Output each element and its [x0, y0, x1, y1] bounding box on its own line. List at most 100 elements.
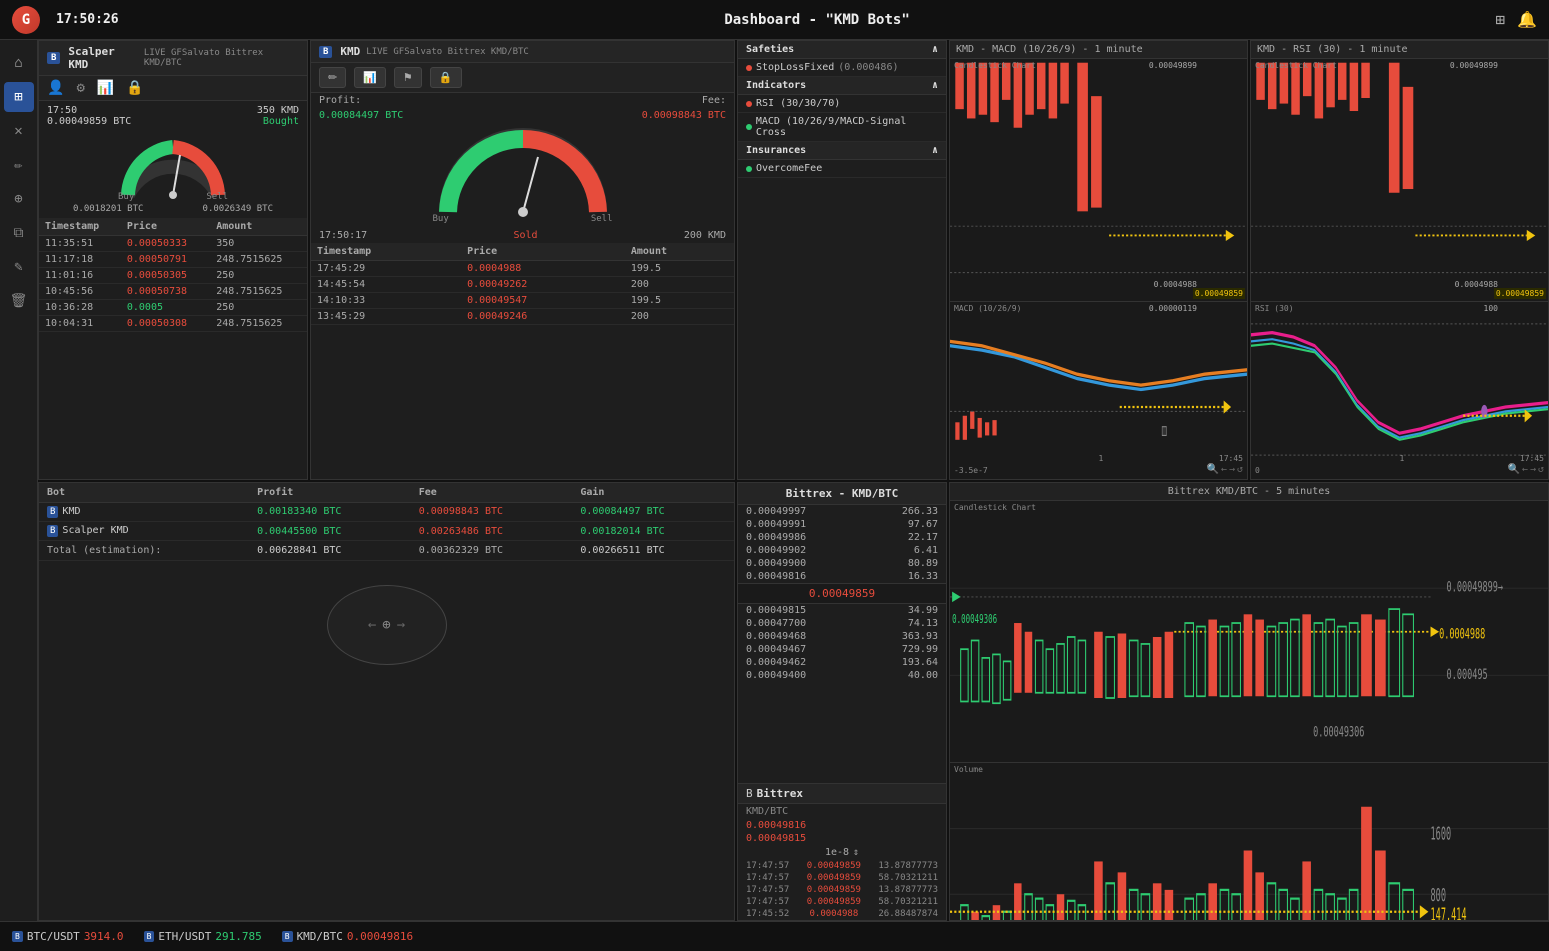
macd-price-mid: 0.0004988 [1154, 280, 1197, 289]
ticker-name: KMD/BTC [297, 930, 343, 943]
volume-label: Volume [954, 765, 983, 774]
sidebar-item-home[interactable]: ⌂ [4, 48, 34, 78]
insurances-collapse[interactable]: ∧ [932, 145, 938, 156]
col-amount: Amount [210, 218, 307, 236]
nav-center[interactable]: ⊕ [382, 617, 390, 633]
rsi-chart-nav: 🔍 ← → ↺ [1507, 464, 1544, 475]
rsi-price-current: 0.00049859 [1494, 288, 1546, 299]
layout-icon[interactable]: ⊞ [1495, 10, 1505, 29]
stoploss-val: (0.000486) [838, 62, 898, 73]
stoploss-dot [746, 65, 752, 71]
kmd-edit-btn[interactable]: ✏ [319, 67, 346, 88]
kmd-chart-btn[interactable]: 📊 [354, 67, 386, 88]
table-row: 13:45:29 0.00049246 200 [311, 309, 734, 325]
kmd-flag-btn[interactable]: ⚑ [394, 67, 422, 88]
ticker-name: ETH/USDT [158, 930, 211, 943]
ticker-item[interactable]: B BTC/USDT 3914.0 [12, 930, 124, 943]
nav-left[interactable]: ← [368, 617, 376, 633]
bot-icon: B [47, 525, 58, 537]
kmd-gauge-buy: Buy [433, 214, 449, 224]
macd-next[interactable]: → [1229, 464, 1235, 475]
sidebar-item-close[interactable]: ✕ [4, 116, 34, 146]
notification-icon[interactable]: 🔔 [1517, 10, 1537, 29]
nav-right[interactable]: → [397, 617, 405, 633]
scalper-gauge-val1: 0.0018201 BTC [73, 204, 143, 214]
kmd-trade-table: Timestamp Price Amount 17:45:29 0.000498… [311, 243, 734, 325]
exchange-increment: 1e-8 ⇕ [738, 845, 946, 860]
kmd-amounts: 0.00084497 BTC 0.00098843 BTC [311, 108, 734, 123]
rsi-zoom-out[interactable]: 🔍 [1507, 464, 1519, 475]
macd-val: 0.00000119 [1149, 304, 1197, 313]
insurances-title: Insurances [746, 145, 806, 156]
ticker-name: BTC/USDT [27, 930, 80, 943]
svg-text:0.000495: 0.000495 [1447, 665, 1488, 682]
rsi-high: 100 [1484, 304, 1498, 313]
macd-refresh[interactable]: ↺ [1237, 464, 1243, 475]
sidebar-item-grid[interactable]: ⊞ [4, 82, 34, 112]
user-icon[interactable]: 👤 [47, 80, 64, 96]
orderbook-panel: Bittrex - KMD/BTC 0.00049997266.330.0004… [737, 482, 947, 922]
kmd-btc-volume-area: Volume [950, 763, 1548, 921]
kmd-profit-val: 0.00084497 BTC [319, 110, 403, 121]
minimap-controls: ← ⊕ → [368, 617, 405, 633]
ticker-container: B BTC/USDT 3914.0 B ETH/USDT 291.785 B KMD… [12, 930, 413, 943]
rsi-candle-svg [1251, 59, 1548, 301]
kmd-btc-chart-panel: Bittrex KMD/BTC - 5 minutes Candlestick … [949, 482, 1549, 922]
orderbook-ask-item: 0.0004999197.67 [738, 518, 946, 531]
table-row: 11:17:18 0.00050791 248.7515625 [39, 252, 307, 268]
rsi-candlestick-area: Candlestick Chart 0.00049899 [1251, 59, 1548, 302]
lock-icon[interactable]: 🔒 [126, 80, 143, 96]
rsi-prev[interactable]: ← [1522, 464, 1528, 475]
ticker-item[interactable]: B KMD/BTC 0.00049816 [282, 930, 413, 943]
kmd-lock-btn[interactable]: 🔒 [430, 67, 462, 88]
macd-chart-panel: KMD - MACD (10/26/9) - 1 minute Candlest… [949, 40, 1248, 480]
exchange-pair: KMD/BTC [738, 804, 946, 819]
rsi-refresh[interactable]: ↺ [1538, 464, 1544, 475]
table-row: 11:01:16 0.00050305 250 [39, 268, 307, 284]
exchange-increment-val: 1e-8 [825, 847, 849, 858]
table-row: 17:45:29 0.0004988 199.5 [311, 261, 734, 277]
rsi-chart-panel: KMD - RSI (30) - 1 minute Candlestick Ch… [1250, 40, 1549, 480]
ticker-price: 3914.0 [84, 930, 124, 943]
macd-chart-nav: 🔍 ← → ↺ [1206, 464, 1243, 475]
sum-col-fee: Fee [411, 483, 573, 503]
safeties-collapse[interactable]: ∧ [932, 44, 938, 55]
sidebar-item-layers[interactable]: ⧉ [4, 218, 34, 248]
sidebar-item-trash[interactable]: 🗑 [4, 286, 34, 316]
sidebar-item-edit[interactable]: ✏ [4, 150, 34, 180]
ticker-price: 0.00049816 [347, 930, 413, 943]
rsi-next[interactable]: → [1530, 464, 1536, 475]
sum-col-profit: Profit [249, 483, 411, 503]
macd-candlestick-area: Candlestick Chart 0.00049899 [950, 59, 1247, 302]
indicators-collapse[interactable]: ∧ [932, 80, 938, 91]
sidebar-item-pencil[interactable]: ✎ [4, 252, 34, 282]
minimap-container: ← ⊕ → [39, 565, 734, 685]
orderbook-current-price: 0.00049859 [738, 583, 946, 604]
orderbook-bid-item: 0.00049468363.93 [738, 630, 946, 643]
kmd-sold-amount: 200 KMD [684, 230, 726, 241]
ticker-item[interactable]: B ETH/USDT 291.785 [144, 930, 262, 943]
orderbook-bid-item: 0.00049462193.64 [738, 656, 946, 669]
macd-indicator-label: MACD (10/26/9) [954, 304, 1021, 313]
table-row: 14:45:54 0.00049262 200 [311, 277, 734, 293]
rsi-indicator-svg [1251, 302, 1548, 477]
orderbook-bid-item: 0.0004770074.13 [738, 617, 946, 630]
kmd-gauge-svg [433, 127, 613, 222]
kmd-btc-chart-title: Bittrex KMD/BTC - 5 minutes [950, 483, 1548, 501]
summary-table: Bot Profit Fee Gain BKMD 0.00183340 BTC … [39, 483, 734, 562]
main-grid: B Scalper KMD LIVE GFSalvato Bittrex KMD… [38, 40, 1549, 921]
sidebar-item-add[interactable]: ⊕ [4, 184, 34, 214]
kmd-subtitle: LIVE GFSalvato Bittrex KMD/BTC [366, 47, 529, 57]
topbar: G 17:50:26 Dashboard - "KMD Bots" ⊞ 🔔 [0, 0, 1549, 40]
settings-icon[interactable]: ⚙ [76, 80, 84, 96]
orderbook-ask-item: 0.0004990080.89 [738, 557, 946, 570]
chart-icon[interactable]: 📊 [97, 80, 114, 96]
orderbook-ask-item: 0.0004998622.17 [738, 531, 946, 544]
scalper-header: B Scalper KMD LIVE GFSalvato Bittrex KMD… [39, 41, 307, 76]
macd-time-1: 1 [1099, 454, 1104, 463]
exchange-widget: B Bittrex KMD/BTC 0.00049816 0.00049815 … [738, 783, 946, 920]
macd-zoom-out[interactable]: 🔍 [1206, 464, 1218, 475]
rsi-time-1: 1 [1400, 454, 1405, 463]
rsi-item: RSI (30/30/70) [738, 95, 946, 113]
macd-prev[interactable]: ← [1221, 464, 1227, 475]
